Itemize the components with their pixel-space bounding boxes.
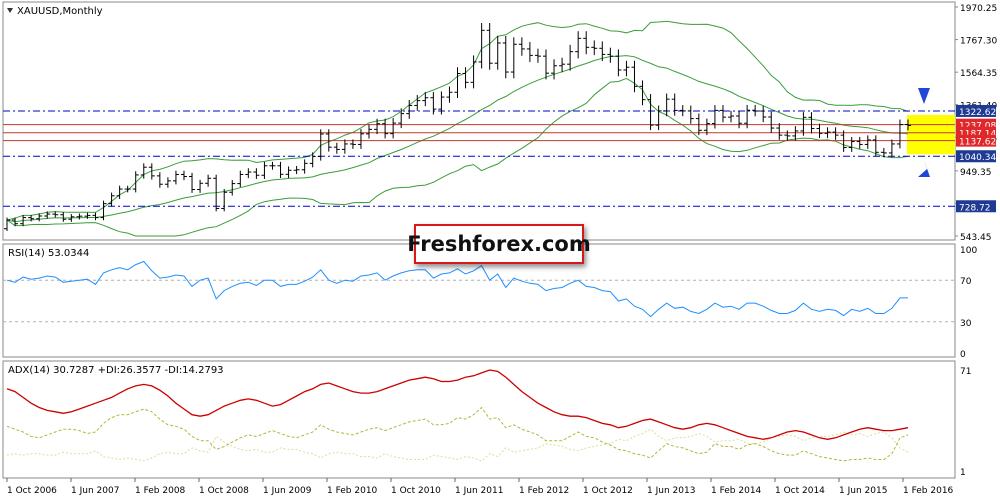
time-tick-label-12: 1 Oct 2014 [775,486,825,496]
level-badges: 1322.621237.081187.141137.621040.34728.7… [956,104,996,213]
level-badge-5: 728.72 [956,200,996,213]
time-tick-label-5: 1 Feb 2010 [327,486,378,496]
time-tick-label-10: 1 Jun 2013 [647,486,695,496]
time-tick-label-2: 1 Feb 2008 [135,486,186,496]
brand-badge: Freshforex.com [407,224,591,264]
highlight-zone [907,114,955,155]
chart-frame: 1970.251767.301564.351361.401158.45949.3… [0,0,1000,500]
price-panel-title: XAUUSD,Monthly [17,6,103,17]
time-tick-label-3: 1 Oct 2008 [199,486,249,496]
price-title-group: XAUUSD,Monthly [7,6,103,17]
price-panel-border [2,1,956,241]
time-tick-label-6: 1 Oct 2010 [391,486,441,496]
rsi-tick-label-0: 100 [960,246,977,256]
adx-tick-label-0: 71 [960,367,971,377]
time-axis: 1 Oct 2006 1 Jun 2007 1 Feb 2008 1 Oct 2008… [6,478,954,496]
time-tick-label-1: 1 Jun 2007 [71,486,119,496]
time-tick-label-14: 1 Feb 2016 [903,486,954,496]
rsi-tick-label-2: 30 [960,319,972,329]
level-badge-label-3: 1137.62 [959,138,996,148]
price-tick-label-7: 543.45 [960,233,992,243]
adx-panel-title: ADX(14) 30.7287 +DI:26.3577 -DI:14.2793 [8,365,224,376]
level-badge-0: 1322.62 [956,104,996,118]
highlight-zone-rect [907,114,955,155]
rsi-panel-title: RSI(14) 53.0344 [8,248,89,259]
price-tick-label-0: 1970.25 [960,4,997,14]
time-tick-label-11: 1 Feb 2014 [711,486,762,496]
rsi-axis: 100 70 30 0 [960,246,977,360]
level-badge-4: 1040.34 [956,150,996,163]
time-tick-label-0: 1 Oct 2006 [7,486,57,496]
adx-tick-label-1: 1 [960,468,966,478]
adx-axis: 71 1 [960,367,971,478]
price-tick-label-1: 1767.30 [960,37,997,47]
adx-panel-border [2,360,956,479]
level-badge-3: 1137.62 [956,134,996,148]
price-tick-label-5: 949.35 [960,168,992,178]
time-tick-label-13: 1 Jun 2015 [839,486,887,496]
rsi-tick-label-3: 0 [960,350,966,360]
level-badge-label-5: 728.72 [959,203,991,213]
time-tick-label-9: 1 Oct 2012 [583,486,633,496]
price-tick-label-2: 1564.35 [960,69,997,79]
rsi-tick-label-1: 70 [960,277,972,287]
level-badge-label-4: 1040.34 [959,153,996,163]
level-badge-label-0: 1322.62 [959,108,996,118]
time-tick-label-4: 1 Jun 2009 [263,486,312,496]
time-tick-label-8: 1 Feb 2012 [519,486,569,496]
time-tick-label-7: 1 Jun 2011 [455,486,503,496]
